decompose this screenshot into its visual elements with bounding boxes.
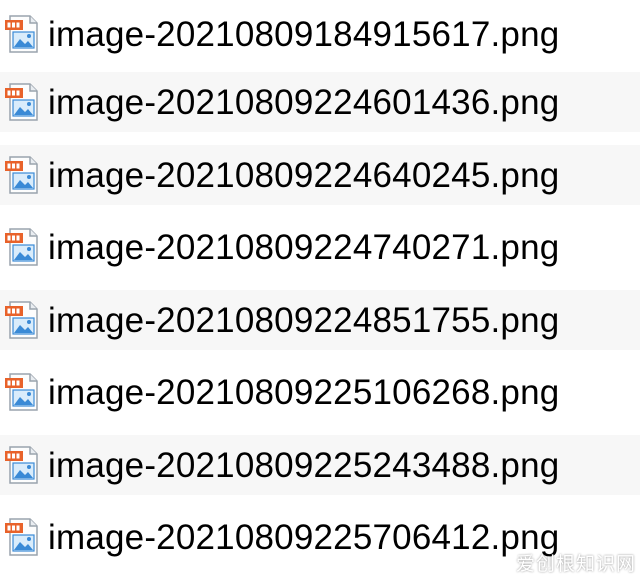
file-list-item[interactable]: image-20210809224601436.png [0,72,640,132]
png-image-file-icon [4,517,40,557]
file-list: image-20210809184915617.png image-202108… [0,0,640,578]
file-name: image-20210809225106268.png [48,372,560,412]
file-name: image-20210809184915617.png [48,14,560,54]
file-name: image-20210809225243488.png [48,445,560,485]
png-image-file-icon [4,300,40,340]
file-list-item[interactable]: image-20210809225106268.png [0,362,640,422]
png-image-file-icon [4,155,40,195]
file-list-item[interactable]: image-20210809224640245.png [0,145,640,205]
file-name: image-20210809224640245.png [48,155,560,195]
file-name: image-20210809224601436.png [48,82,560,122]
watermark: 爱创根知识网 [515,553,636,575]
file-list-item[interactable]: image-20210809184915617.png [0,4,640,64]
file-name: image-20210809224740271.png [48,227,560,267]
png-image-file-icon [4,82,40,122]
png-image-file-icon [4,445,40,485]
file-list-item[interactable]: image-20210809224851755.png [0,290,640,350]
png-image-file-icon [4,372,40,412]
png-image-file-icon [4,14,40,54]
png-image-file-icon [4,227,40,267]
file-name: image-20210809225706412.png [48,517,560,557]
file-list-item[interactable]: image-20210809225243488.png [0,435,640,495]
file-list-item[interactable]: image-20210809224740271.png [0,217,640,277]
file-name: image-20210809224851755.png [48,300,560,340]
